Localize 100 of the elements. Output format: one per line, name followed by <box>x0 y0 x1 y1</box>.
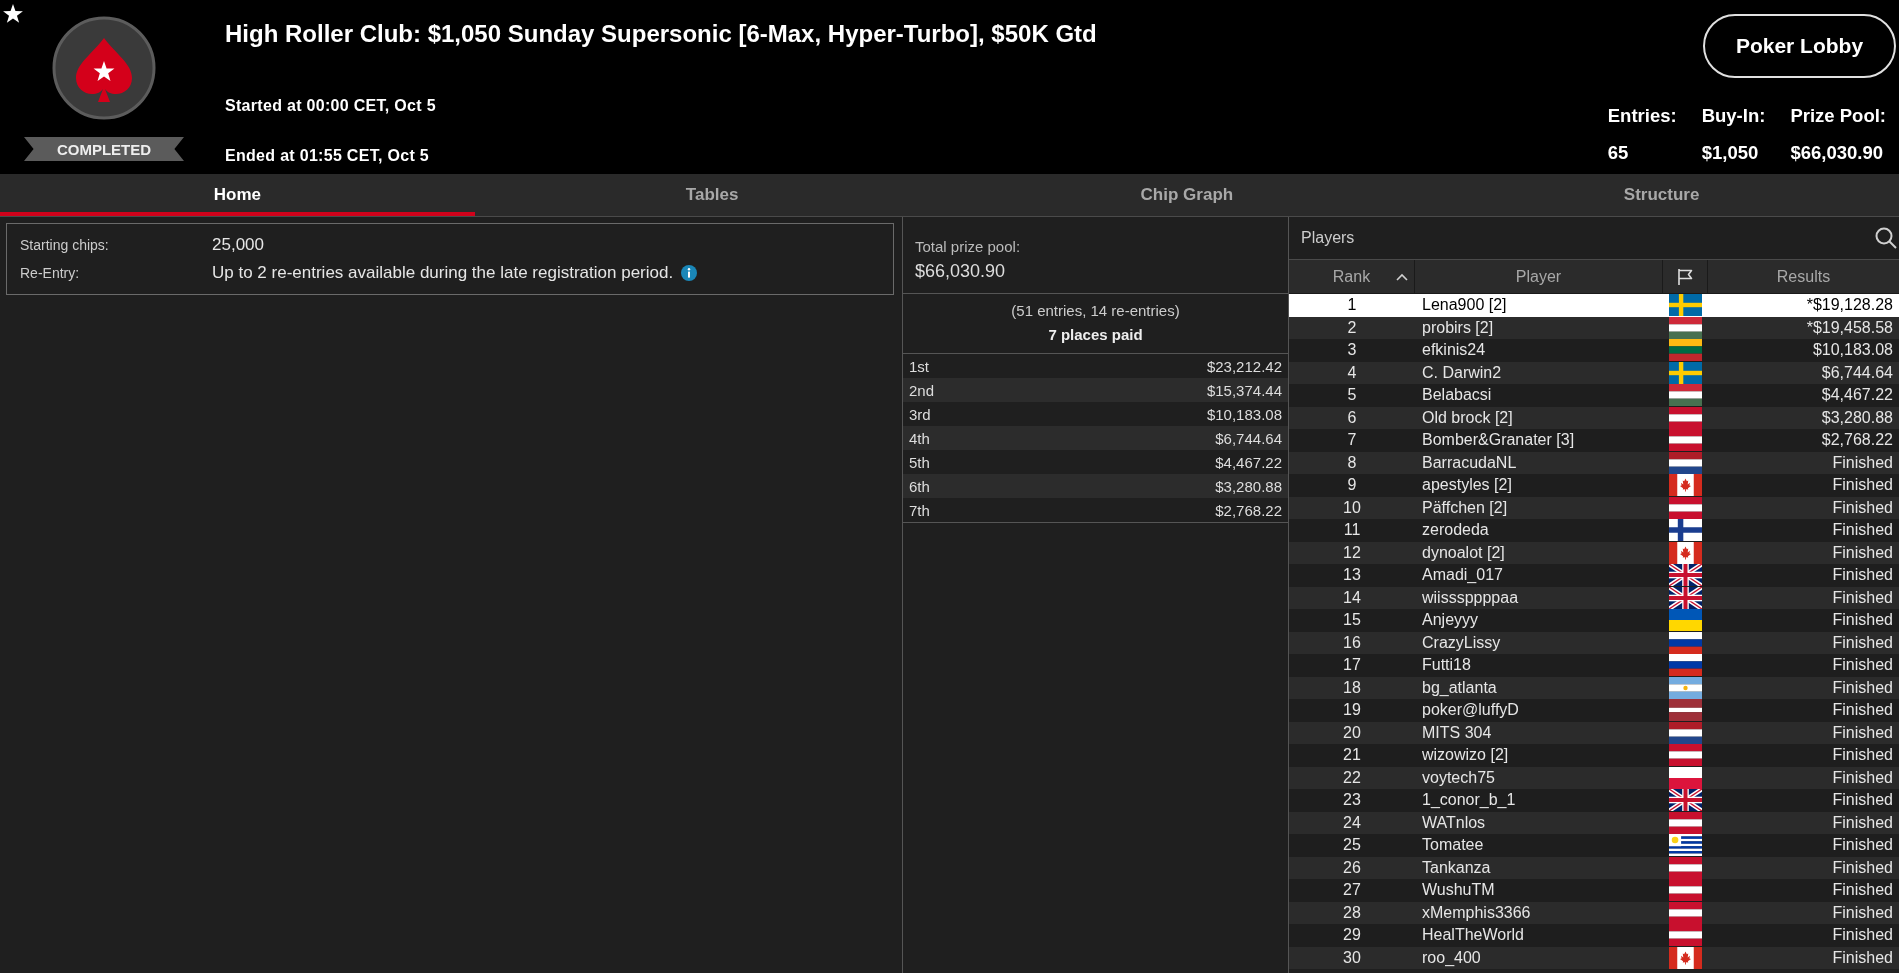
search-icon[interactable] <box>1875 227 1897 249</box>
player-name: Bomber&Granater [3] <box>1421 430 1575 450</box>
canada-flag-icon <box>1669 541 1702 564</box>
player-rank: 15 <box>1343 610 1361 630</box>
player-row[interactable]: 14 wiisssppppaa Finished <box>1289 586 1899 609</box>
player-row[interactable]: 6 Old brock [2] $3,280.88 <box>1289 406 1899 429</box>
player-rank: 17 <box>1343 655 1361 675</box>
player-rank: 3 <box>1347 340 1357 360</box>
info-value: Up to 2 re-entries available during the late registration period. <box>212 263 674 283</box>
player-name: CrazyLissy <box>1421 632 1501 653</box>
player-row[interactable]: 2 probirs [2] *$19,458.58 <box>1289 316 1899 339</box>
tab[interactable]: Home <box>0 174 475 216</box>
austria-flag-icon <box>1669 429 1702 452</box>
info-icon[interactable] <box>681 265 698 281</box>
netherlands-flag-icon <box>1669 721 1702 744</box>
player-row[interactable]: 26 Tankanza Finished <box>1289 856 1899 879</box>
player-name: xMemphis3366 <box>1421 902 1531 923</box>
player-rank: 29 <box>1343 925 1361 945</box>
player-rank: 10 <box>1343 497 1361 518</box>
column-header[interactable]: Player <box>1415 260 1663 293</box>
star-icon[interactable] <box>3 4 23 23</box>
player-row[interactable]: 24 WATnlos Finished <box>1289 811 1899 834</box>
player-result: Finished <box>1832 542 1894 563</box>
player-name: Anjeyyy <box>1421 610 1479 630</box>
flag-icon <box>1676 267 1694 286</box>
stat-value: 65 <box>1607 143 1630 163</box>
stat-label: Prize Pool: <box>1790 106 1886 126</box>
player-rank: 20 <box>1343 722 1361 743</box>
player-row[interactable]: 20 MITS 304 Finished <box>1289 721 1899 744</box>
payout-amount: $3,280.88 <box>1215 477 1282 495</box>
player-row[interactable]: 10 Päffchen [2] Finished <box>1289 496 1899 519</box>
info-label: Re-Entry: <box>20 265 81 281</box>
player-name: Amadi_017 <box>1421 565 1503 585</box>
player-result: Finished <box>1832 475 1894 495</box>
player-result: Finished <box>1832 520 1894 540</box>
canada-flag-icon <box>1669 474 1702 497</box>
player-result: Finished <box>1832 835 1894 855</box>
player-name: wiisssppppaa <box>1421 587 1519 608</box>
player-row[interactable]: 1 Lena900 [2] *$19,128.28 <box>1289 294 1899 317</box>
player-name: zerodeda <box>1421 520 1489 540</box>
column-header[interactable]: Rank <box>1289 260 1415 293</box>
player-row[interactable]: 30 roo_400 Finished <box>1289 946 1899 969</box>
player-row[interactable]: 8 BarracudaNL Finished <box>1289 451 1899 474</box>
player-name: roo_400 <box>1421 947 1481 968</box>
player-row[interactable]: 22 voytech75 Finished <box>1289 766 1899 789</box>
payout-place: 4th <box>909 429 930 447</box>
player-row[interactable]: 16 CrazyLissy Finished <box>1289 631 1899 654</box>
player-name: probirs [2] <box>1421 317 1494 338</box>
payout-amount: $2,768.22 <box>1215 501 1282 519</box>
player-name: voytech75 <box>1421 767 1495 788</box>
player-name: Lena900 [2] <box>1421 295 1507 315</box>
payout-place: 7th <box>909 501 930 519</box>
player-result: Finished <box>1832 565 1894 585</box>
player-name: 1_conor_b_1 <box>1421 790 1516 810</box>
payout-place: 1st <box>909 357 929 375</box>
player-row[interactable]: 28 xMemphis3366 Finished <box>1289 901 1899 924</box>
player-name: efkinis24 <box>1421 340 1486 360</box>
prize-pool-total: $66,030.90 <box>915 260 1007 283</box>
player-result: Finished <box>1832 925 1894 945</box>
austria-flag-icon <box>1669 406 1702 429</box>
player-rank: 14 <box>1343 587 1361 608</box>
player-rank: 2 <box>1347 317 1357 338</box>
player-result: $2,768.22 <box>1821 430 1894 450</box>
tab[interactable]: Structure <box>1424 174 1899 216</box>
player-name: bg_atlanta <box>1421 677 1497 698</box>
player-row[interactable]: 12 dynoalot [2] Finished <box>1289 541 1899 564</box>
poker-lobby-button[interactable]: Poker Lobby <box>1703 14 1896 78</box>
player-name: dynoalot [2] <box>1421 542 1505 563</box>
player-name: wizowizo [2] <box>1421 745 1509 765</box>
player-rank: 5 <box>1347 385 1357 405</box>
player-row[interactable]: 18 bg_atlanta Finished <box>1289 676 1899 699</box>
argentina-flag-icon <box>1669 676 1702 699</box>
payout-amount: $15,374.44 <box>1206 381 1282 399</box>
tab[interactable]: Chip Graph <box>949 174 1425 216</box>
sweden-flag-icon <box>1669 361 1702 384</box>
tab[interactable]: Tables <box>474 174 950 216</box>
player-rank: 26 <box>1343 857 1361 878</box>
column-header[interactable]: Results <box>1708 260 1899 293</box>
player-name: MITS 304 <box>1421 722 1492 743</box>
union-jack-flag-icon <box>1669 789 1702 812</box>
payout-amount: $4,467.22 <box>1215 453 1282 471</box>
stat-label: Entries: <box>1607 106 1677 126</box>
russia-flag-icon <box>1669 631 1702 654</box>
player-result: $6,744.64 <box>1821 362 1894 383</box>
player-rank: 12 <box>1343 542 1361 563</box>
austria-flag-icon <box>1669 901 1702 924</box>
tournament-title: High Roller Club: $1,050 Sunday Supersonic [6-Max, Hyper-Turbo], $50K Gtd <box>225 19 1097 49</box>
player-result: *$19,458.58 <box>1806 317 1894 338</box>
start-time: Started at 00:00 CET, Oct 5 <box>225 96 436 116</box>
player-rank: 22 <box>1343 767 1361 788</box>
austria-flag-icon <box>1669 811 1702 834</box>
lithuania-flag-icon <box>1669 339 1702 362</box>
player-rank: 7 <box>1347 430 1357 450</box>
payout-place: 6th <box>909 477 930 495</box>
prize-pool-label: Total prize pool: <box>915 237 1022 257</box>
player-result: Finished <box>1832 700 1894 720</box>
player-rank: 18 <box>1343 677 1361 698</box>
player-result: Finished <box>1832 677 1894 698</box>
player-row[interactable]: 4 C. Darwin2 $6,744.64 <box>1289 361 1899 384</box>
places-paid: 7 places paid <box>1047 325 1144 345</box>
